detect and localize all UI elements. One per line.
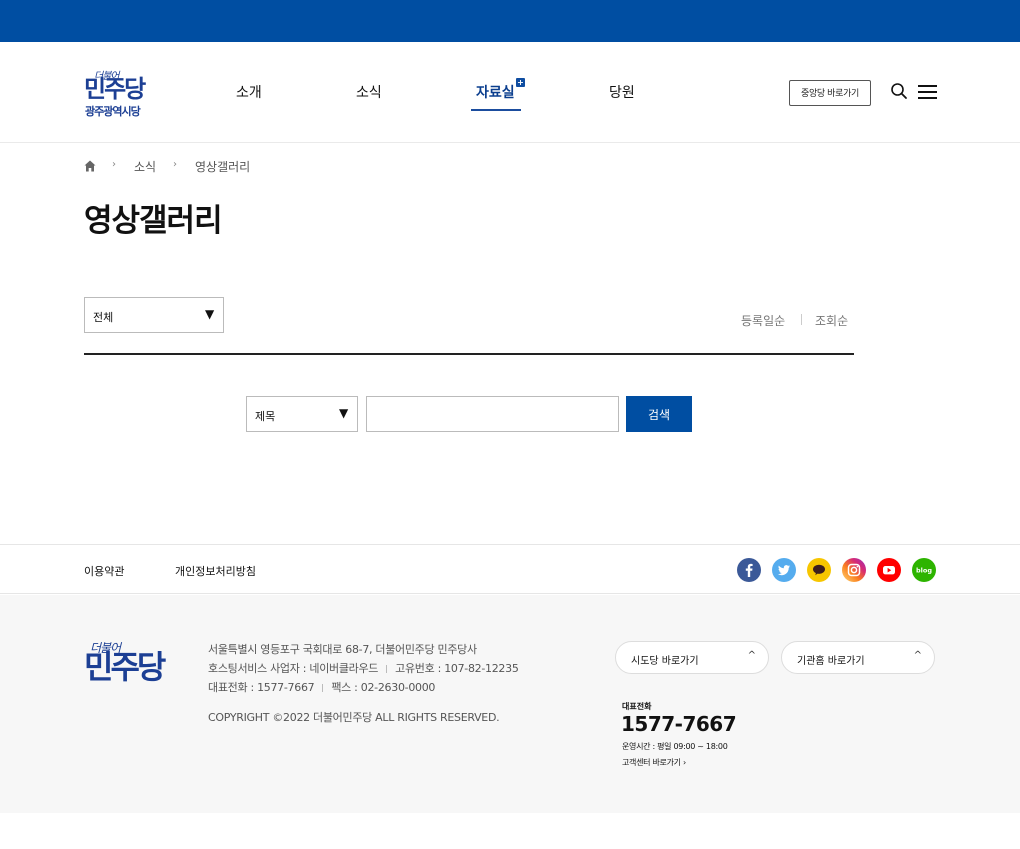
category-select-value: 전체 [93,311,114,324]
footer-divider [386,665,388,673]
nav-new-badge: + [516,78,525,87]
site-footer: 더불어 민주당 서울특별시 영등포구 국회대로 68-7, 더불어민주당 민주당… [0,595,1020,813]
footer-copyright: COPYRIGHT ©2022 더불어민주당 ALL RIGHTS RESERV… [208,711,500,724]
callcenter-number: 1577-7667 [621,712,737,736]
sort-by-date[interactable]: 등록일순 [741,312,785,329]
caret-down-icon: ▼ [339,406,349,420]
youtube-icon[interactable] [877,558,901,582]
nav-item-news[interactable]: 소식 [356,82,382,102]
home-icon[interactable] [84,160,96,172]
agencies-dropdown[interactable]: 기관홈 바로가기 ^ [781,641,935,674]
caret-down-icon: ▼ [205,307,215,321]
category-select[interactable]: 전체 ▼ [84,297,224,333]
footer-logo: 더불어 민주당 [84,641,184,691]
breadcrumb-separator: › [112,159,116,170]
footer-tel: 대표전화 : 1577-7667 [208,681,315,694]
sort-divider [801,314,802,325]
facebook-icon[interactable] [737,558,761,582]
top-brand-bar [0,0,1020,42]
site-header: 더불어 민주당 광주광역시당 소개 소식 자료실 + 당원 중앙당 바로가기 [0,42,1020,143]
agencies-dropdown-label: 기관홈 바로가기 [797,656,865,667]
nav-active-indicator [471,109,521,111]
footer-fax: 팩스 : 02-2630-0000 [331,681,436,694]
blog-icon[interactable]: blog [912,558,936,582]
central-party-button[interactable]: 중앙당 바로가기 [789,80,871,106]
local-party-dropdown[interactable]: 시도당 바로가기 ^ [615,641,769,674]
nav-item-archive[interactable]: 자료실 [476,82,515,102]
footer-business-no: 고유번호 : 107-82-12235 [395,662,519,675]
footer-links-bar: 이용약관 개인정보처리방침 blog [0,544,1020,594]
chevron-up-icon: ^ [913,650,922,661]
search-input[interactable] [366,396,619,432]
callcenter-hours: 운영시간 : 평일 09:00 ~ 18:00 [622,742,728,751]
terms-link[interactable]: 이용약관 [84,563,124,579]
search-icon[interactable] [890,82,908,100]
list-top-border [84,353,854,355]
footer-hosting: 호스팅서비스 사업자 : 네이버클라우드 [208,662,379,675]
nav-item-members[interactable]: 당원 [609,82,635,102]
search-field-select[interactable]: 제목 ▼ [246,396,358,432]
footer-business-line: 호스팅서비스 사업자 : 네이버클라우드 고유번호 : 107-82-12235 [208,660,519,676]
breadcrumb-separator: › [173,159,177,170]
hamburger-menu-icon[interactable] [918,84,938,99]
callcenter-link[interactable]: 고객센터 바로가기 › [622,757,686,768]
breadcrumb-item-news[interactable]: 소식 [134,158,156,175]
privacy-link[interactable]: 개인정보처리방침 [175,563,256,579]
search-button[interactable]: 검색 [626,396,692,432]
party-logo[interactable]: 더불어 민주당 광주광역시당 [84,69,164,121]
chevron-up-icon: ^ [747,650,756,661]
twitter-icon[interactable] [772,558,796,582]
nav-item-intro[interactable]: 소개 [236,82,262,102]
footer-contact-line: 대표전화 : 1577-7667 팩스 : 02-2630-0000 [208,679,435,695]
blog-icon-label: blog [916,567,932,575]
page-title: 영상갤러리 [84,203,223,239]
callcenter-label: 대표전화 [622,702,652,711]
breadcrumb-item-current: 영상갤러리 [195,160,251,174]
footer-divider [322,684,324,692]
footer-address: 서울특별시 영등포구 국회대로 68-7, 더불어민주당 민주당사 [208,643,477,656]
logo-main: 민주당 [84,75,146,103]
kakaotalk-icon[interactable] [807,558,831,582]
footer-logo-main: 민주당 [84,648,166,686]
instagram-icon[interactable] [842,558,866,582]
sort-by-views[interactable]: 조회순 [815,312,848,329]
search-field-value: 제목 [255,410,276,423]
logo-sub: 광주광역시당 [85,105,141,118]
local-party-dropdown-label: 시도당 바로가기 [631,656,699,667]
